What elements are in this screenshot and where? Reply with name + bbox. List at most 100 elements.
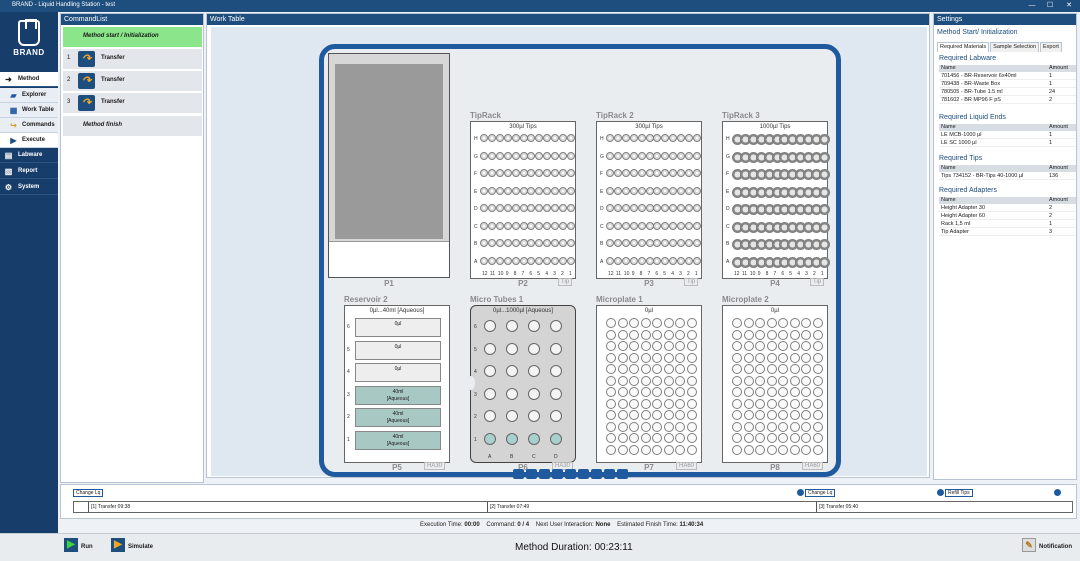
reservoir-well[interactable]: 0µl	[355, 318, 441, 337]
micro-tube[interactable]	[550, 342, 562, 355]
table-row[interactable]: Tips 734152 - BR-Tips 40-1000 µl 136	[939, 172, 1076, 180]
tab-required-materials[interactable]: Required Materials	[937, 42, 990, 52]
reservoir-well[interactable]: 40ml [Aqueous]	[355, 430, 441, 450]
refill-tips-marker[interactable]: Refill Tips	[945, 489, 973, 497]
table-row[interactable]: Tip Adapter 3	[939, 228, 1076, 236]
command-item[interactable]: 1 ↷ Transfer	[63, 49, 202, 69]
plate-well	[755, 421, 765, 432]
tip-well	[527, 151, 536, 160]
home-icon[interactable]	[565, 469, 576, 479]
command-finish[interactable]: Method finish	[63, 116, 202, 136]
nav-execute[interactable]: ▶ Execute	[0, 133, 58, 148]
micro-tube[interactable]	[506, 342, 518, 355]
table-icon[interactable]	[604, 469, 615, 479]
micro-tube[interactable]	[506, 410, 518, 422]
table-row[interactable]: 780505 - BR-Tube 1.5 ml 24	[939, 88, 1076, 96]
labware-icon[interactable]	[578, 469, 589, 479]
micro-tube[interactable]	[528, 410, 540, 422]
micro-tube[interactable]	[484, 432, 496, 445]
microplate-p7[interactable]: 0µl	[596, 305, 702, 463]
micro-tube[interactable]	[550, 365, 562, 377]
micro-tube-rack[interactable]: 0µl...1000µl [Aqueous] A B C D 6 5 4 3 2 1	[467, 305, 576, 463]
tip-rack-p2[interactable]: 300µl Tips H G F E D C B A 12 11 10 9 8 7 6 5 4 3 2 1	[470, 121, 576, 279]
table-row[interactable]: 781602 - BR MP96 F pS 2	[939, 96, 1076, 104]
table-row[interactable]: LE MCB-1000 µl 1	[939, 131, 1076, 139]
micro-tube[interactable]	[550, 410, 562, 422]
timeline-segment[interactable]: [3] Transfer 05:40	[816, 502, 858, 512]
zoom-fit-icon[interactable]	[539, 469, 550, 479]
print-icon[interactable]	[617, 469, 628, 479]
reservoir-well[interactable]: 40ml [Aqueous]	[355, 385, 441, 405]
notification-button[interactable]: ✎ Notification	[1022, 538, 1072, 555]
tip-well	[629, 186, 638, 195]
info-icon[interactable]	[591, 469, 602, 479]
plate-well	[686, 433, 697, 443]
reservoir-well[interactable]: 0µl	[355, 340, 441, 360]
timeline-segment[interactable]: [1] Transfer 09:38	[88, 502, 130, 512]
cell-amount: 1	[1049, 221, 1053, 227]
table-row[interactable]: 709438 - BR-Waste Box 1	[939, 80, 1076, 88]
micro-tube[interactable]	[484, 342, 496, 355]
micro-tube[interactable]	[484, 365, 496, 377]
tip-well	[692, 186, 701, 195]
micro-tube[interactable]	[506, 432, 518, 445]
micro-tube[interactable]	[506, 320, 518, 332]
nav-explorer[interactable]: ▰ Explorer	[0, 88, 58, 103]
timeline-segment[interactable]: [2] Transfer 07:49	[487, 502, 529, 512]
command-item[interactable]: 3 ↷ Transfer	[63, 93, 202, 113]
nav-explorer-label: Explorer	[22, 92, 47, 98]
table-row[interactable]: Height Adapter 60 2	[939, 212, 1076, 220]
micro-tube[interactable]	[506, 387, 518, 400]
micro-tube[interactable]	[528, 320, 540, 332]
column-label: 3	[679, 271, 682, 277]
simulate-button[interactable]: ▶ Simulate	[111, 538, 153, 555]
micro-tube[interactable]	[528, 342, 540, 355]
nav-labware[interactable]: ▤ Labware	[0, 148, 58, 163]
micro-tube[interactable]	[484, 387, 496, 400]
tip-well	[511, 169, 520, 177]
waste-box[interactable]	[328, 53, 450, 278]
tip-well	[543, 169, 552, 177]
column-label: 2	[813, 271, 816, 277]
table-row[interactable]: 701456 - BR-Reservoir 6x40ml 1	[939, 72, 1076, 80]
change-lq-marker[interactable]: Change Lq	[805, 489, 836, 497]
micro-tube[interactable]	[484, 320, 496, 332]
micro-tube[interactable]	[550, 320, 562, 332]
close-button[interactable]: ✕	[1064, 1, 1074, 11]
change-lq-marker[interactable]: Change Lq	[73, 489, 104, 497]
column-label: 11	[615, 271, 622, 277]
micro-tube[interactable]	[528, 365, 540, 377]
command-start[interactable]: Method start / Initialization	[63, 27, 202, 47]
tip-rack-p4[interactable]: 1000µl Tips H G F E D C B A 12 11 10 9 8 7 6 5 4 3 2 1	[722, 121, 830, 279]
table-row[interactable]: LE SC 1000 µl 1	[939, 139, 1076, 147]
tab-export[interactable]: Export	[1039, 42, 1062, 52]
nav-commands[interactable]: ↪ Commands	[0, 118, 58, 133]
nav-method[interactable]: ➜ Method	[0, 72, 58, 87]
plate-well	[801, 398, 811, 409]
zoom-in-icon[interactable]	[513, 469, 524, 479]
reservoir-well[interactable]: 40ml [Aqueous]	[355, 408, 441, 427]
nav-system[interactable]: ⚙ System	[0, 180, 58, 195]
minimize-button[interactable]: —	[1027, 1, 1037, 11]
micro-tube[interactable]	[528, 432, 540, 445]
micro-tube[interactable]	[484, 410, 496, 422]
run-button[interactable]: ▶ Run	[64, 538, 93, 555]
tip-rack-p3[interactable]: 300µl Tips H G F E D C B A 12 11 10 9 8 7 6 5 4 3 2 1	[596, 121, 702, 279]
reservoir-well[interactable]: 0µl	[355, 363, 441, 382]
table-row[interactable]: Rack 1,5 ml 1	[939, 220, 1076, 228]
command-item[interactable]: 2 ↷ Transfer	[63, 71, 202, 91]
nav-worktable[interactable]: ▦ Work Table	[0, 103, 58, 118]
micro-tube[interactable]	[506, 365, 518, 377]
maximize-button[interactable]: ☐	[1045, 1, 1055, 11]
zoom-out-icon[interactable]	[526, 469, 537, 479]
micro-tube[interactable]	[550, 387, 562, 400]
tab-sample-selection[interactable]: Sample Selection	[990, 42, 1039, 52]
microplate-p8[interactable]: 0µl	[722, 305, 828, 463]
position-name-p5: P5	[392, 463, 402, 472]
zoom-select-icon[interactable]	[552, 469, 563, 479]
nav-report[interactable]: ▧ Report	[0, 164, 58, 179]
table-row[interactable]: Height Adapter 30 2	[939, 204, 1076, 212]
micro-tube[interactable]	[550, 432, 562, 445]
micro-tube[interactable]	[528, 387, 540, 400]
reservoir-rack[interactable]: 0µl...40ml [Aqueous] 0µl 6 0µl 5 0µl 4 40ml [Aqu…	[344, 305, 450, 463]
